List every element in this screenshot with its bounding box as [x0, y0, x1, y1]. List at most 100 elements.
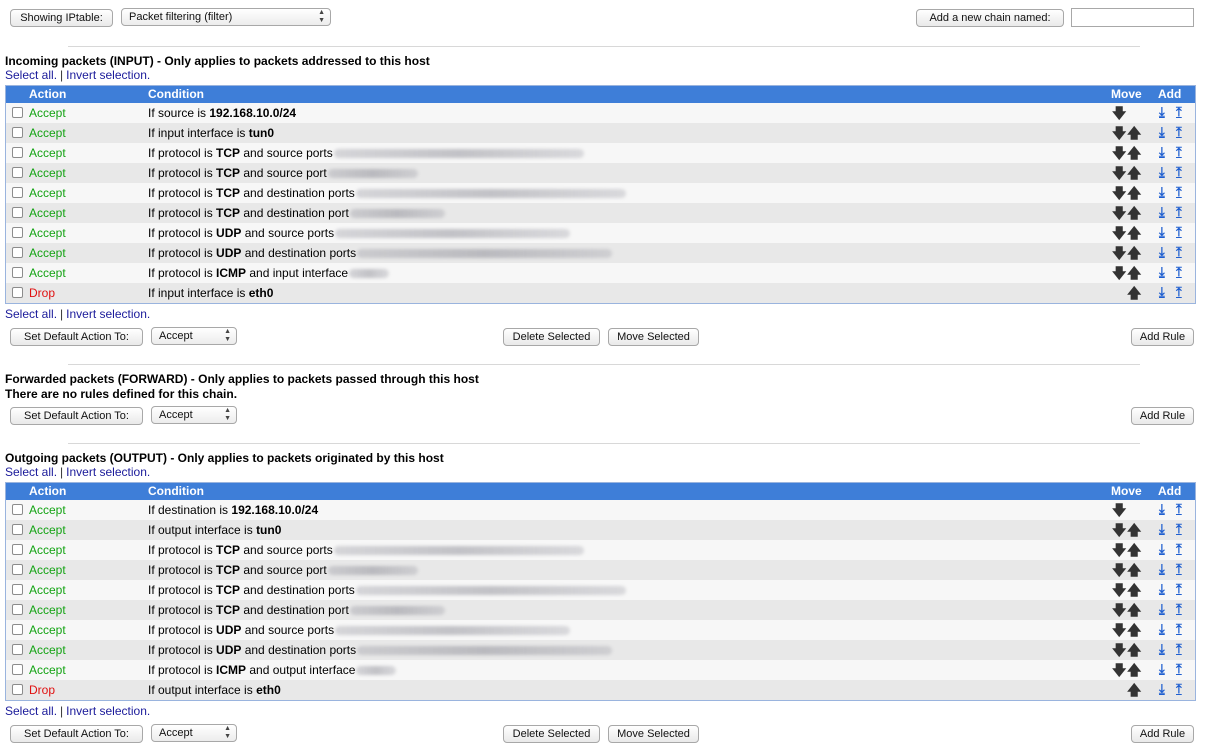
add-above-icon[interactable]: ⤒ — [1176, 124, 1182, 140]
arrow-down-icon[interactable]: 🡇 — [1112, 125, 1126, 141]
add-below-icon[interactable]: ⤓ — [1159, 601, 1165, 617]
add-above-icon[interactable]: ⤒ — [1176, 204, 1182, 220]
arrow-down-icon[interactable]: 🡇 — [1112, 145, 1126, 161]
invert-selection-link[interactable]: Invert selection. — [66, 704, 150, 718]
add-below-icon[interactable]: ⤓ — [1159, 661, 1165, 677]
forward-default-select[interactable]: Accept ▲ ▼ — [151, 406, 237, 424]
add-above-icon[interactable]: ⤒ — [1176, 601, 1182, 617]
arrow-up-icon[interactable]: 🡅 — [1127, 205, 1141, 221]
add-above-icon[interactable]: ⤒ — [1176, 561, 1182, 577]
arrow-down-icon[interactable]: 🡇 — [1112, 542, 1126, 558]
rule-action[interactable]: Accept — [29, 206, 66, 220]
add-below-icon[interactable]: ⤓ — [1159, 144, 1165, 160]
arrow-up-icon[interactable]: 🡅 — [1127, 662, 1141, 678]
rule-action[interactable]: Accept — [29, 146, 66, 160]
rule-checkbox[interactable] — [12, 147, 23, 158]
rule-checkbox[interactable] — [12, 504, 23, 515]
output-add-rule-button[interactable]: Add Rule — [1131, 725, 1194, 743]
rule-checkbox[interactable] — [12, 127, 23, 138]
arrow-up-icon[interactable]: 🡅 — [1127, 522, 1141, 538]
add-below-icon[interactable]: ⤓ — [1159, 204, 1165, 220]
arrow-down-icon[interactable]: 🡇 — [1112, 622, 1126, 638]
add-above-icon[interactable]: ⤒ — [1176, 284, 1182, 300]
add-above-icon[interactable]: ⤒ — [1176, 661, 1182, 677]
arrow-up-icon[interactable]: 🡅 — [1127, 682, 1141, 698]
rule-checkbox[interactable] — [12, 287, 23, 298]
rule-action[interactable]: Accept — [29, 543, 66, 557]
select-all-link[interactable]: Select all. — [5, 704, 57, 718]
arrow-down-icon[interactable]: 🡇 — [1112, 245, 1126, 261]
add-above-icon[interactable]: ⤒ — [1176, 681, 1182, 697]
output-default-select[interactable]: Accept ▲ ▼ — [151, 724, 237, 742]
rule-action[interactable]: Accept — [29, 603, 66, 617]
arrow-up-icon[interactable]: 🡅 — [1127, 602, 1141, 618]
rule-checkbox[interactable] — [12, 524, 23, 535]
rule-action[interactable]: Accept — [29, 186, 66, 200]
rule-action[interactable]: Accept — [29, 643, 66, 657]
add-below-icon[interactable]: ⤓ — [1159, 501, 1165, 517]
invert-selection-link[interactable]: Invert selection. — [66, 68, 150, 82]
input-move-selected-button[interactable]: Move Selected — [608, 328, 699, 346]
rule-action[interactable]: Accept — [29, 226, 66, 240]
arrow-down-icon[interactable]: 🡇 — [1112, 105, 1126, 121]
select-all-link[interactable]: Select all. — [5, 465, 57, 479]
invert-selection-link[interactable]: Invert selection. — [66, 307, 150, 321]
input-set-default-button[interactable]: Set Default Action To: — [10, 328, 143, 346]
add-above-icon[interactable]: ⤒ — [1176, 541, 1182, 557]
rule-checkbox[interactable] — [12, 107, 23, 118]
arrow-up-icon[interactable]: 🡅 — [1127, 165, 1141, 181]
add-below-icon[interactable]: ⤓ — [1159, 184, 1165, 200]
arrow-down-icon[interactable]: 🡇 — [1112, 185, 1126, 201]
add-above-icon[interactable]: ⤒ — [1176, 164, 1182, 180]
arrow-up-icon[interactable]: 🡅 — [1127, 562, 1141, 578]
forward-add-rule-button[interactable]: Add Rule — [1131, 407, 1194, 425]
rule-checkbox[interactable] — [12, 564, 23, 575]
add-above-icon[interactable]: ⤒ — [1176, 144, 1182, 160]
add-below-icon[interactable]: ⤓ — [1159, 224, 1165, 240]
add-above-icon[interactable]: ⤒ — [1176, 621, 1182, 637]
arrow-up-icon[interactable]: 🡅 — [1127, 145, 1141, 161]
add-chain-button[interactable]: Add a new chain named: — [916, 9, 1064, 27]
add-below-icon[interactable]: ⤓ — [1159, 681, 1165, 697]
rule-action[interactable]: Drop — [29, 683, 55, 697]
arrow-down-icon[interactable]: 🡇 — [1112, 582, 1126, 598]
rule-action[interactable]: Accept — [29, 523, 66, 537]
rule-checkbox[interactable] — [12, 584, 23, 595]
arrow-down-icon[interactable]: 🡇 — [1112, 562, 1126, 578]
rule-checkbox[interactable] — [12, 644, 23, 655]
arrow-down-icon[interactable]: 🡇 — [1112, 502, 1126, 518]
arrow-down-icon[interactable]: 🡇 — [1112, 265, 1126, 281]
invert-selection-link[interactable]: Invert selection. — [66, 465, 150, 479]
rule-action[interactable]: Accept — [29, 623, 66, 637]
arrow-up-icon[interactable]: 🡅 — [1127, 622, 1141, 638]
rule-checkbox[interactable] — [12, 227, 23, 238]
add-above-icon[interactable]: ⤒ — [1176, 264, 1182, 280]
arrow-up-icon[interactable]: 🡅 — [1127, 225, 1141, 241]
add-above-icon[interactable]: ⤒ — [1176, 184, 1182, 200]
add-below-icon[interactable]: ⤓ — [1159, 244, 1165, 260]
rule-checkbox[interactable] — [12, 604, 23, 615]
arrow-down-icon[interactable]: 🡇 — [1112, 165, 1126, 181]
arrow-up-icon[interactable]: 🡅 — [1127, 185, 1141, 201]
rule-action[interactable]: Accept — [29, 563, 66, 577]
rule-action[interactable]: Accept — [29, 126, 66, 140]
arrow-up-icon[interactable]: 🡅 — [1127, 125, 1141, 141]
add-below-icon[interactable]: ⤓ — [1159, 621, 1165, 637]
arrow-up-icon[interactable]: 🡅 — [1127, 245, 1141, 261]
add-below-icon[interactable]: ⤓ — [1159, 641, 1165, 657]
arrow-down-icon[interactable]: 🡇 — [1112, 205, 1126, 221]
add-below-icon[interactable]: ⤓ — [1159, 541, 1165, 557]
rule-checkbox[interactable] — [12, 187, 23, 198]
table-select[interactable]: Packet filtering (filter) ▲ ▼ — [121, 8, 331, 26]
select-all-link[interactable]: Select all. — [5, 307, 57, 321]
add-below-icon[interactable]: ⤓ — [1159, 124, 1165, 140]
rule-action[interactable]: Accept — [29, 166, 66, 180]
select-all-link[interactable]: Select all. — [5, 68, 57, 82]
chain-name-input[interactable] — [1071, 8, 1194, 27]
add-below-icon[interactable]: ⤓ — [1159, 581, 1165, 597]
forward-set-default-button[interactable]: Set Default Action To: — [10, 407, 143, 425]
arrow-up-icon[interactable]: 🡅 — [1127, 285, 1141, 301]
arrow-down-icon[interactable]: 🡇 — [1112, 225, 1126, 241]
rule-checkbox[interactable] — [12, 624, 23, 635]
rule-checkbox[interactable] — [12, 247, 23, 258]
